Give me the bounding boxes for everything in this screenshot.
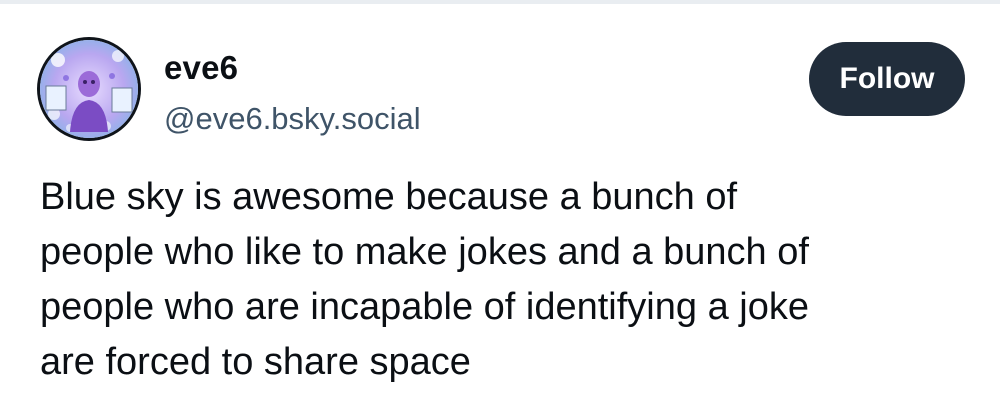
post-header: eve6 @eve6.bsky.social Follow xyxy=(40,40,965,140)
post-line: people who are incapable of identifying … xyxy=(40,286,809,328)
author-display-name[interactable]: eve6 xyxy=(164,48,421,88)
post-line: Blue sky is awesome because a bunch of xyxy=(40,176,738,218)
author-handle[interactable]: @eve6.bsky.social xyxy=(164,101,421,137)
avatar-image xyxy=(40,40,138,138)
follow-button[interactable]: Follow xyxy=(809,42,965,116)
avatar[interactable] xyxy=(40,40,138,138)
post-body: Blue sky is awesome because a bunch of p… xyxy=(40,170,970,390)
post-line: are forced to share space xyxy=(40,341,471,383)
top-divider xyxy=(0,0,1000,4)
post-line: people who like to make jokes and a bunc… xyxy=(40,231,809,273)
author-identity: eve6 @eve6.bsky.social xyxy=(164,48,421,137)
